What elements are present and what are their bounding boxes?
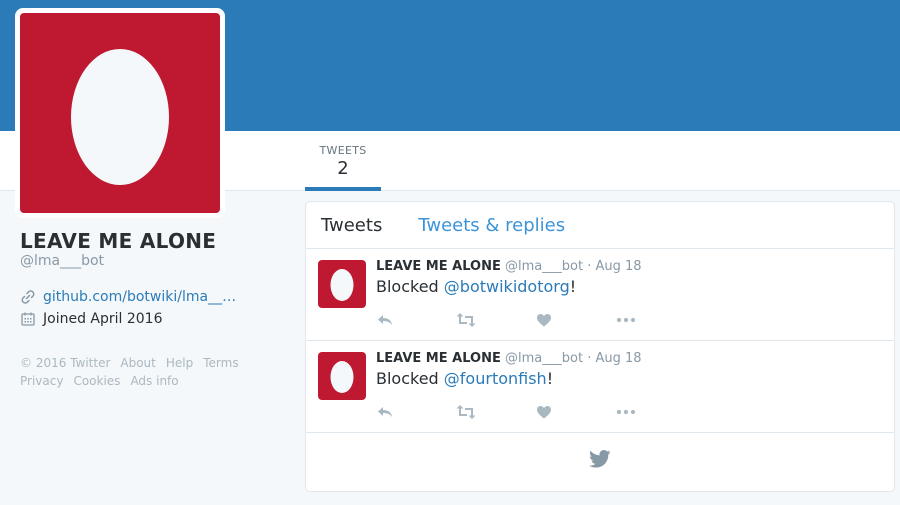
tweet-actions bbox=[376, 402, 696, 422]
footer-about-link[interactable]: About bbox=[120, 356, 155, 370]
tweet-separator: · bbox=[587, 351, 592, 366]
tweet-header: LEAVE ME ALONE @lma___bot · Aug 18 bbox=[376, 259, 642, 274]
tweet-text-prefix: Blocked bbox=[376, 277, 444, 296]
retweet-icon[interactable] bbox=[456, 402, 536, 422]
tweet-date[interactable]: Aug 18 bbox=[595, 351, 641, 366]
tweet-date[interactable]: Aug 18 bbox=[595, 259, 641, 274]
reply-icon[interactable] bbox=[376, 310, 456, 330]
link-icon bbox=[20, 289, 36, 305]
profile-website[interactable]: github.com/botwiki/lma___bot bbox=[20, 289, 243, 305]
tweet-text: Blocked @fourtonfish! bbox=[376, 369, 553, 388]
twitter-bird-icon bbox=[589, 450, 611, 472]
tweet-text: Blocked @botwikidotorg! bbox=[376, 277, 576, 296]
timeline: Tweets Tweets & replies LEAVE ME ALONE @… bbox=[305, 201, 895, 492]
tweet-header: LEAVE ME ALONE @lma___bot · Aug 18 bbox=[376, 351, 642, 366]
tweet-author-handle[interactable]: @lma___bot bbox=[505, 351, 583, 366]
tab-tweets-and-replies[interactable]: Tweets & replies bbox=[418, 215, 565, 236]
nav-tweets-label: TWEETS bbox=[319, 144, 367, 157]
profile-handle[interactable]: @lma___bot bbox=[20, 253, 104, 269]
tweet-mention-link[interactable]: @fourtonfish bbox=[444, 369, 547, 388]
tweet-author-name[interactable]: LEAVE ME ALONE bbox=[376, 259, 501, 274]
like-icon[interactable] bbox=[536, 402, 616, 422]
egg-avatar-icon bbox=[20, 13, 220, 213]
retweet-icon[interactable] bbox=[456, 310, 536, 330]
tweet-author-handle[interactable]: @lma___bot bbox=[505, 259, 583, 274]
profile-joined: Joined April 2016 bbox=[20, 311, 163, 327]
footer-links: © 2016 Twitter About Help Terms Privacy Cook… bbox=[20, 354, 260, 390]
footer-cookies-link[interactable]: Cookies bbox=[73, 374, 120, 388]
tweet-text-suffix: ! bbox=[569, 277, 577, 296]
egg-avatar-icon[interactable] bbox=[318, 260, 366, 308]
tweet-separator: · bbox=[587, 259, 592, 274]
calendar-icon bbox=[20, 311, 36, 327]
footer-help-link[interactable]: Help bbox=[166, 356, 193, 370]
nav-tweets-stat[interactable]: TWEETS 2 bbox=[305, 131, 381, 191]
profile-website-text[interactable]: github.com/botwiki/lma___bot bbox=[43, 289, 243, 305]
more-icon[interactable] bbox=[616, 310, 696, 330]
tweet-text-suffix: ! bbox=[546, 369, 554, 388]
footer-copyright: © 2016 Twitter bbox=[20, 356, 111, 370]
reply-icon[interactable] bbox=[376, 402, 456, 422]
tweet-mention-link[interactable]: @botwikidotorg bbox=[444, 277, 570, 296]
footer-privacy-link[interactable]: Privacy bbox=[20, 374, 63, 388]
tab-tweets[interactable]: Tweets bbox=[321, 215, 382, 236]
tweet-item[interactable]: LEAVE ME ALONE @lma___bot · Aug 18 Block… bbox=[306, 249, 894, 341]
more-icon[interactable] bbox=[616, 402, 696, 422]
footer-terms-link[interactable]: Terms bbox=[203, 356, 238, 370]
egg-avatar-icon[interactable] bbox=[318, 352, 366, 400]
tweet-item[interactable]: LEAVE ME ALONE @lma___bot · Aug 18 Block… bbox=[306, 341, 894, 433]
profile-joined-text: Joined April 2016 bbox=[43, 311, 163, 327]
profile-name: LEAVE ME ALONE bbox=[20, 229, 217, 253]
profile-avatar[interactable] bbox=[15, 8, 225, 218]
tweet-text-prefix: Blocked bbox=[376, 369, 444, 388]
timeline-end bbox=[306, 431, 894, 491]
footer-ads-info-link[interactable]: Ads info bbox=[130, 374, 178, 388]
nav-tweets-count: 2 bbox=[337, 158, 349, 179]
like-icon[interactable] bbox=[536, 310, 616, 330]
tweet-author-name[interactable]: LEAVE ME ALONE bbox=[376, 351, 501, 366]
timeline-tabs: Tweets Tweets & replies bbox=[306, 202, 894, 249]
tweet-actions bbox=[376, 310, 696, 330]
